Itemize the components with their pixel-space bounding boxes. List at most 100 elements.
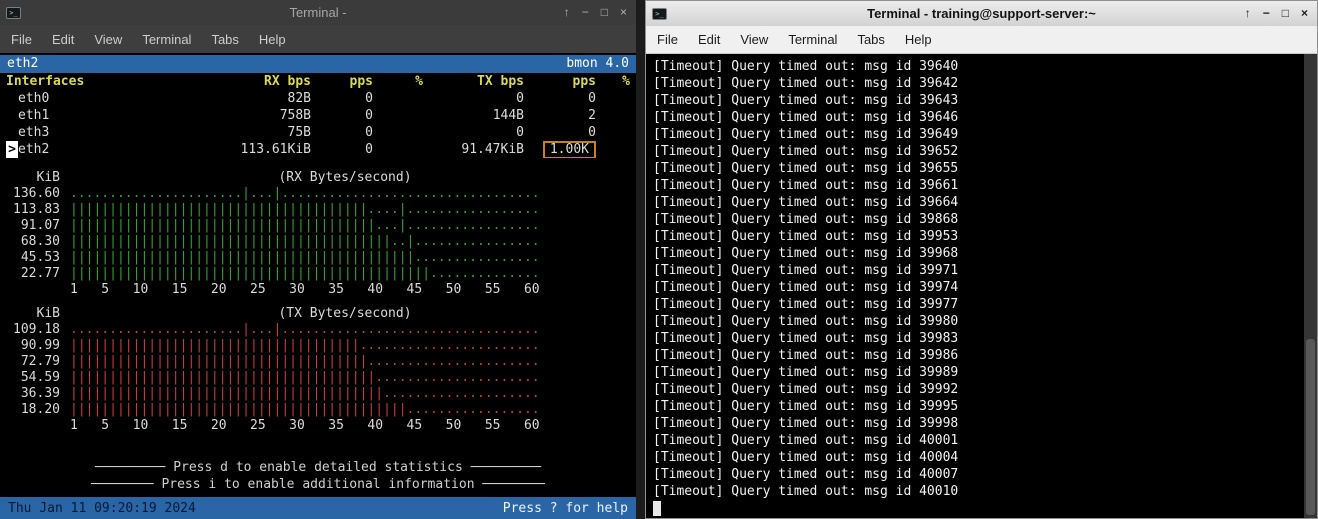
rx-graph-bars: ......................|...|.............… — [70, 186, 540, 202]
rx-pps-value: 0 — [311, 107, 373, 124]
header-tx-bps: TX bps — [439, 73, 524, 90]
rx-x-axis: 1 5 10 15 20 25 30 35 40 45 50 55 60 — [70, 282, 540, 298]
terminal-icon: >_ — [652, 8, 667, 20]
log-line: [Timeout] Query timed out: msg id 39986 — [653, 347, 1297, 364]
rx-graph-row: 45.53 ||||||||||||||||||||||||||||||||||… — [6, 250, 630, 266]
close-icon[interactable]: × — [1301, 1, 1308, 26]
tx-graph-row: 109.18 ......................|...|......… — [6, 322, 630, 338]
interface-row[interactable]: > eth0 82B 0 0 0 — [6, 90, 630, 107]
interface-row[interactable]: > eth3 75B 0 0 0 — [6, 124, 630, 141]
log-line: [Timeout] Query timed out: msg id 39974 — [653, 279, 1297, 296]
right-window-controls: ↑ − □ × — [1245, 1, 1317, 26]
header-interfaces: Interfaces — [6, 73, 216, 90]
rx-graph-bars: ||||||||||||||||||||||||||||||||||||||..… — [70, 202, 540, 218]
log-line: [Timeout] Query timed out: msg id 39992 — [653, 381, 1297, 398]
log-line: [Timeout] Query timed out: msg id 39664 — [653, 194, 1297, 211]
header-rx-pct: % — [373, 73, 423, 90]
header-rx-pps: pps — [311, 73, 373, 90]
log-line: [Timeout] Query timed out: msg id 39642 — [653, 75, 1297, 92]
rx-graph-title: (RX Bytes/second) — [60, 170, 630, 186]
scrollbar[interactable] — [1304, 54, 1317, 518]
interface-row[interactable]: > eth1 758B 0 144B 2 — [6, 107, 630, 124]
bmon-version: bmon 4.0 — [566, 55, 629, 73]
menu-item[interactable]: Help — [259, 32, 286, 47]
rx-graph: KiB (RX Bytes/second) 136.60 ...........… — [6, 170, 630, 298]
menu-item[interactable]: Help — [905, 32, 932, 47]
rx-graph-row: 113.83 |||||||||||||||||||||||||||||||||… — [6, 202, 630, 218]
tx-graph-row: 18.20 ||||||||||||||||||||||||||||||||||… — [6, 402, 630, 418]
rx-pct-value — [373, 90, 423, 107]
tx-bps-value: 0 — [439, 90, 524, 107]
minimize-icon[interactable]: − — [582, 0, 589, 25]
interface-name: eth1 — [18, 107, 49, 124]
tx-y-tick: 90.99 — [6, 338, 60, 354]
menu-item[interactable]: Edit — [698, 32, 720, 47]
tx-pps-value: 0 — [588, 125, 596, 140]
log-line: [Timeout] Query timed out: msg id 39640 — [653, 58, 1297, 75]
menu-item[interactable]: Edit — [52, 32, 74, 47]
tx-graph-row: 36.39 ||||||||||||||||||||||||||||||||||… — [6, 386, 630, 402]
close-icon[interactable]: × — [620, 0, 627, 25]
menu-item[interactable]: View — [94, 32, 122, 47]
menu-item[interactable]: View — [740, 32, 768, 47]
left-window-title: Terminal - — [0, 5, 636, 20]
menu-item[interactable]: File — [657, 32, 678, 47]
log-line: [Timeout] Query timed out: msg id 39649 — [653, 126, 1297, 143]
bmon-screen: eth2 bmon 4.0 Interfaces RX bps pps % TX… — [0, 53, 636, 497]
tx-y-tick: 18.20 — [6, 402, 60, 418]
selection-marker: > — [6, 141, 18, 158]
rx-graph-row: 91.07 ||||||||||||||||||||||||||||||||||… — [6, 218, 630, 234]
tx-x-axis: 1 5 10 15 20 25 30 35 40 45 50 55 60 — [70, 418, 540, 434]
bmon-help-hint: Press ? for help — [503, 501, 628, 516]
tx-graph-bars: |||||||||||||||||||||||||||||||||||||...… — [70, 338, 540, 354]
header-spacer — [423, 73, 439, 90]
minimize-icon[interactable]: − — [1263, 1, 1270, 26]
maximize-icon[interactable]: □ — [1282, 1, 1289, 26]
shade-icon[interactable]: ↑ — [1245, 1, 1251, 26]
log-line: [Timeout] Query timed out: msg id 39989 — [653, 364, 1297, 381]
tx-bps-value: 91.47KiB — [439, 141, 524, 158]
log-terminal-window: >_ Terminal - training@support-server:~ … — [645, 0, 1318, 519]
log-line: [Timeout] Query timed out: msg id 40001 — [653, 432, 1297, 449]
rx-y-tick: 136.60 — [6, 186, 60, 202]
header-tx-pps: pps — [524, 73, 596, 90]
tx-pps-value: 1.00K — [543, 141, 596, 158]
tx-y-tick: 109.18 — [6, 322, 60, 338]
log-line: [Timeout] Query timed out: msg id 39980 — [653, 313, 1297, 330]
maximize-icon[interactable]: □ — [601, 0, 608, 25]
rx-graph-bars: ||||||||||||||||||||||||||||||||||||||||… — [70, 234, 540, 250]
menu-item[interactable]: Tabs — [211, 32, 238, 47]
menu-item[interactable]: Terminal — [142, 32, 191, 47]
bmon-selected-interface: eth2 — [7, 55, 38, 73]
terminal-output: [Timeout] Query timed out: msg id 39640[… — [646, 54, 1317, 518]
scrollbar-thumb[interactable] — [1306, 339, 1315, 515]
tx-graph-row: 54.59 ||||||||||||||||||||||||||||||||||… — [6, 370, 630, 386]
left-titlebar[interactable]: >_ Terminal - ↑ − □ × — [0, 0, 636, 25]
tx-graph-title: (TX Bytes/second) — [60, 306, 630, 322]
menu-item[interactable]: Tabs — [857, 32, 884, 47]
shade-icon[interactable]: ↑ — [564, 0, 570, 25]
left-menubar: File Edit View Terminal Tabs Help — [0, 25, 636, 53]
tx-graph-bars: ||||||||||||||||||||||||||||||||||||||||… — [70, 386, 540, 402]
menu-item[interactable]: Terminal — [788, 32, 837, 47]
log-line: [Timeout] Query timed out: msg id 39983 — [653, 330, 1297, 347]
rx-y-tick: 91.07 — [6, 218, 60, 234]
tx-y-tick: 72.79 — [6, 354, 60, 370]
menu-item[interactable]: File — [11, 32, 32, 47]
tx-bps-value: 0 — [439, 124, 524, 141]
rx-pps-value: 0 — [311, 90, 373, 107]
header-rx-bps: RX bps — [216, 73, 311, 90]
tx-graph: KiB (TX Bytes/second) 109.18 ...........… — [6, 306, 630, 434]
log-line: [Timeout] Query timed out: msg id 40007 — [653, 466, 1297, 483]
interface-name: eth2 — [18, 141, 49, 158]
bmon-clock: Thu Jan 11 09:20:19 2024 — [8, 501, 196, 516]
interface-name: eth0 — [18, 90, 49, 107]
tx-graph-unit: KiB — [6, 306, 60, 322]
tx-graph-bars: |||||||||||||||||||||||||||||||||||||||.… — [70, 370, 540, 386]
log-line: [Timeout] Query timed out: msg id 40004 — [653, 449, 1297, 466]
bmon-hint-line: ──────── Press i to enable additional in… — [6, 476, 630, 493]
tx-graph-row: 90.99 ||||||||||||||||||||||||||||||||||… — [6, 338, 630, 354]
interface-row[interactable]: > eth2 113.61KiB 0 91.47KiB 1.00K — [6, 141, 630, 158]
right-titlebar[interactable]: >_ Terminal - training@support-server:~ … — [646, 1, 1317, 26]
rx-bps-value: 82B — [216, 90, 311, 107]
